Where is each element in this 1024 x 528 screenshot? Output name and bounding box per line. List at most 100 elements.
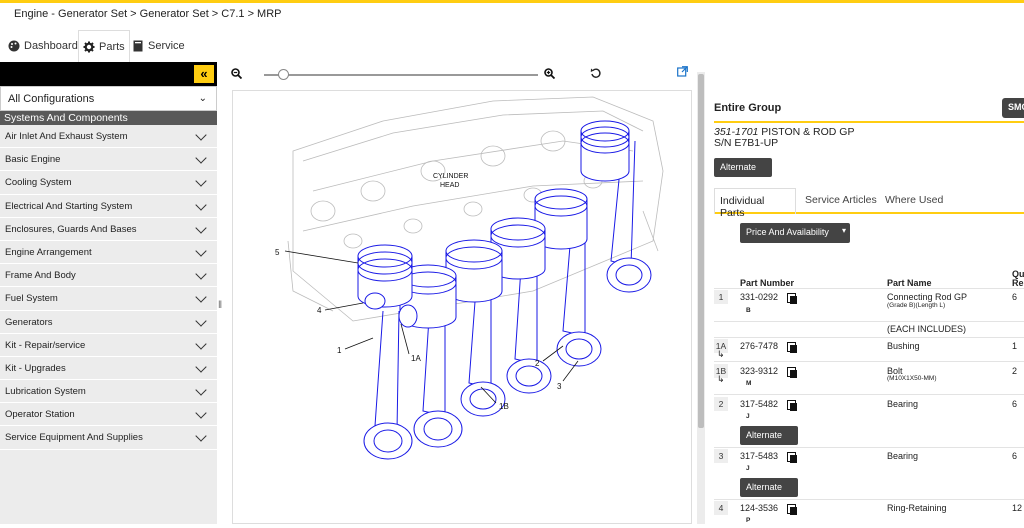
- part-number[interactable]: 124-3536: [740, 503, 778, 513]
- row-index: 1: [714, 290, 728, 304]
- zoom-out-icon[interactable]: [231, 68, 242, 79]
- part-name: Ring-Retaining: [887, 503, 947, 513]
- sidebar-item[interactable]: Kit - Upgrades: [0, 357, 217, 381]
- part-qty: 12: [1012, 503, 1023, 513]
- breadcrumb-text: Engine - Generator Set > Generator Set >…: [14, 8, 282, 20]
- part-number[interactable]: 331-0292: [740, 292, 778, 302]
- sidebar-item[interactable]: Air Inlet And Exhaust System: [0, 125, 217, 149]
- sidebar-item[interactable]: Service Equipment And Supplies: [0, 426, 217, 450]
- row-separator: [714, 361, 1024, 362]
- chevron-down-icon: [195, 198, 207, 211]
- piston-5: [534, 188, 602, 367]
- row-separator: [714, 288, 1024, 289]
- sidebar-item-label: Frame And Body: [5, 270, 76, 282]
- tab-where-used[interactable]: Where Used: [880, 188, 948, 214]
- viewer-toolbar: [226, 62, 698, 88]
- piston-4: [490, 217, 552, 394]
- chevron-down-icon: [195, 291, 207, 303]
- configuration-select[interactable]: All Configurations ⌄: [0, 86, 217, 111]
- row-index: 4: [714, 501, 728, 515]
- callout-2[interactable]: 2: [535, 359, 540, 368]
- sidebar-item[interactable]: Frame And Body: [0, 264, 217, 288]
- zoom-in-icon[interactable]: [544, 68, 555, 79]
- callout-5[interactable]: 5: [275, 248, 280, 257]
- alternate-label: Alternate: [746, 430, 783, 440]
- sidebar-item[interactable]: Electrical And Starting System: [0, 195, 217, 218]
- part-number[interactable]: 317-5483: [740, 451, 778, 461]
- col-qty-2: Re: [1012, 278, 1024, 288]
- tab-dashboard[interactable]: Dashboard: [4, 30, 82, 62]
- configuration-select-value: All Configurations: [8, 93, 95, 105]
- sidebar-item[interactable]: Enclosures, Guards And Bases: [0, 218, 217, 241]
- sidebar-item-label: Service Equipment And Supplies: [5, 432, 143, 444]
- tab-parts[interactable]: Parts: [78, 30, 130, 62]
- sidebar-item[interactable]: Operator Station: [0, 403, 217, 427]
- part-number[interactable]: 323-9312: [740, 366, 778, 376]
- callout-1a[interactable]: 1A: [411, 354, 421, 363]
- part-number[interactable]: 276-7478: [740, 341, 778, 351]
- smc-button[interactable]: SMC: [1002, 98, 1024, 118]
- viewer-scrollbar[interactable]: [697, 72, 705, 524]
- copy-icon[interactable]: [787, 400, 797, 411]
- resize-grip-icon[interactable]: ‖: [218, 300, 222, 311]
- part-detail: (M10X1X50-MM): [887, 375, 937, 382]
- row-separator: [714, 499, 1024, 500]
- tab-service-articles[interactable]: Service Articles: [800, 188, 882, 214]
- copy-icon[interactable]: [787, 452, 797, 463]
- callout-1b[interactable]: 1B: [499, 402, 509, 411]
- sidebar-item[interactable]: Lubrication System: [0, 380, 217, 404]
- sidebar-item-label: Basic Engine: [5, 154, 61, 166]
- reset-view-icon[interactable]: [590, 67, 602, 79]
- sidebar-item[interactable]: Basic Engine: [0, 148, 217, 172]
- group-title: Entire Group: [714, 102, 782, 114]
- price-availability-label: Price And Availability: [746, 227, 829, 237]
- row-index: 2: [714, 397, 728, 411]
- callout-3[interactable]: 3: [557, 382, 562, 391]
- copy-icon[interactable]: [787, 504, 797, 515]
- callout-4[interactable]: 4: [317, 306, 322, 315]
- sub-item-arrow-icon: ↳: [717, 349, 725, 359]
- alternate-button[interactable]: Alternate ⌄: [740, 426, 798, 450]
- zoom-slider[interactable]: [264, 74, 538, 76]
- part-qty: 2: [1012, 366, 1018, 376]
- open-external-icon[interactable]: [677, 66, 688, 77]
- row-index: 3: [714, 449, 728, 463]
- parts-diagram[interactable]: 5 4 1 1A 1B 2 3 CYLINDER HEAD: [232, 90, 692, 524]
- copy-icon[interactable]: [787, 367, 797, 378]
- copy-icon[interactable]: [787, 342, 797, 353]
- collapse-sidebar-button[interactable]: «: [194, 65, 214, 83]
- copy-icon[interactable]: [787, 293, 797, 304]
- sidebar-item[interactable]: Cooling System: [0, 171, 217, 195]
- group-divider: [714, 121, 1024, 123]
- part-number[interactable]: 317-5482: [740, 399, 778, 409]
- chevron-down-icon: [195, 245, 207, 257]
- row-separator: [714, 337, 1024, 338]
- piston-rod-diagram: 5 4 1 1A 1B 2 3 CYLINDER HEAD: [275, 96, 664, 460]
- price-availability-button[interactable]: Price And Availability ▾: [740, 223, 850, 243]
- assembly-title: 351-1701 PISTON & ROD GP S/N E7B1-UP: [714, 127, 854, 149]
- sidebar-item[interactable]: Fuel System: [0, 287, 217, 311]
- sidebar-item[interactable]: Generators: [0, 311, 217, 334]
- alternate-label: Alternate: [746, 482, 783, 492]
- scrollbar-thumb[interactable]: [698, 74, 704, 428]
- alternate-button[interactable]: Alternate ⌄: [740, 478, 798, 502]
- sidebar-item-label: Engine Arrangement: [5, 246, 92, 258]
- sidebar-item-label: Air Inlet And Exhaust System: [5, 131, 128, 142]
- zoom-slider-handle[interactable]: [278, 69, 290, 80]
- sidebar-item-label: Enclosures, Guards And Bases: [5, 223, 137, 235]
- sidebar-item[interactable]: Kit - Repair/service: [0, 334, 217, 357]
- chevron-down-icon: [195, 361, 207, 373]
- chevron-down-icon: [195, 129, 207, 141]
- sidebar-item[interactable]: Engine Arrangement: [0, 241, 217, 265]
- chevron-down-icon: [195, 152, 207, 164]
- part-qty: 6: [1012, 451, 1018, 461]
- alternate-button[interactable]: Alternate ⌄: [714, 158, 772, 182]
- row-separator: [714, 447, 1024, 448]
- sidebar-item-label: Operator Station: [5, 409, 75, 421]
- callout-1[interactable]: 1: [337, 346, 342, 355]
- tab-service[interactable]: Service: [128, 30, 189, 62]
- section-title: Systems And Components: [0, 111, 217, 125]
- tab-individual-parts[interactable]: Individual Parts: [714, 188, 796, 219]
- chevron-down-icon: [195, 338, 207, 350]
- col-part-number: Part Number: [740, 278, 795, 288]
